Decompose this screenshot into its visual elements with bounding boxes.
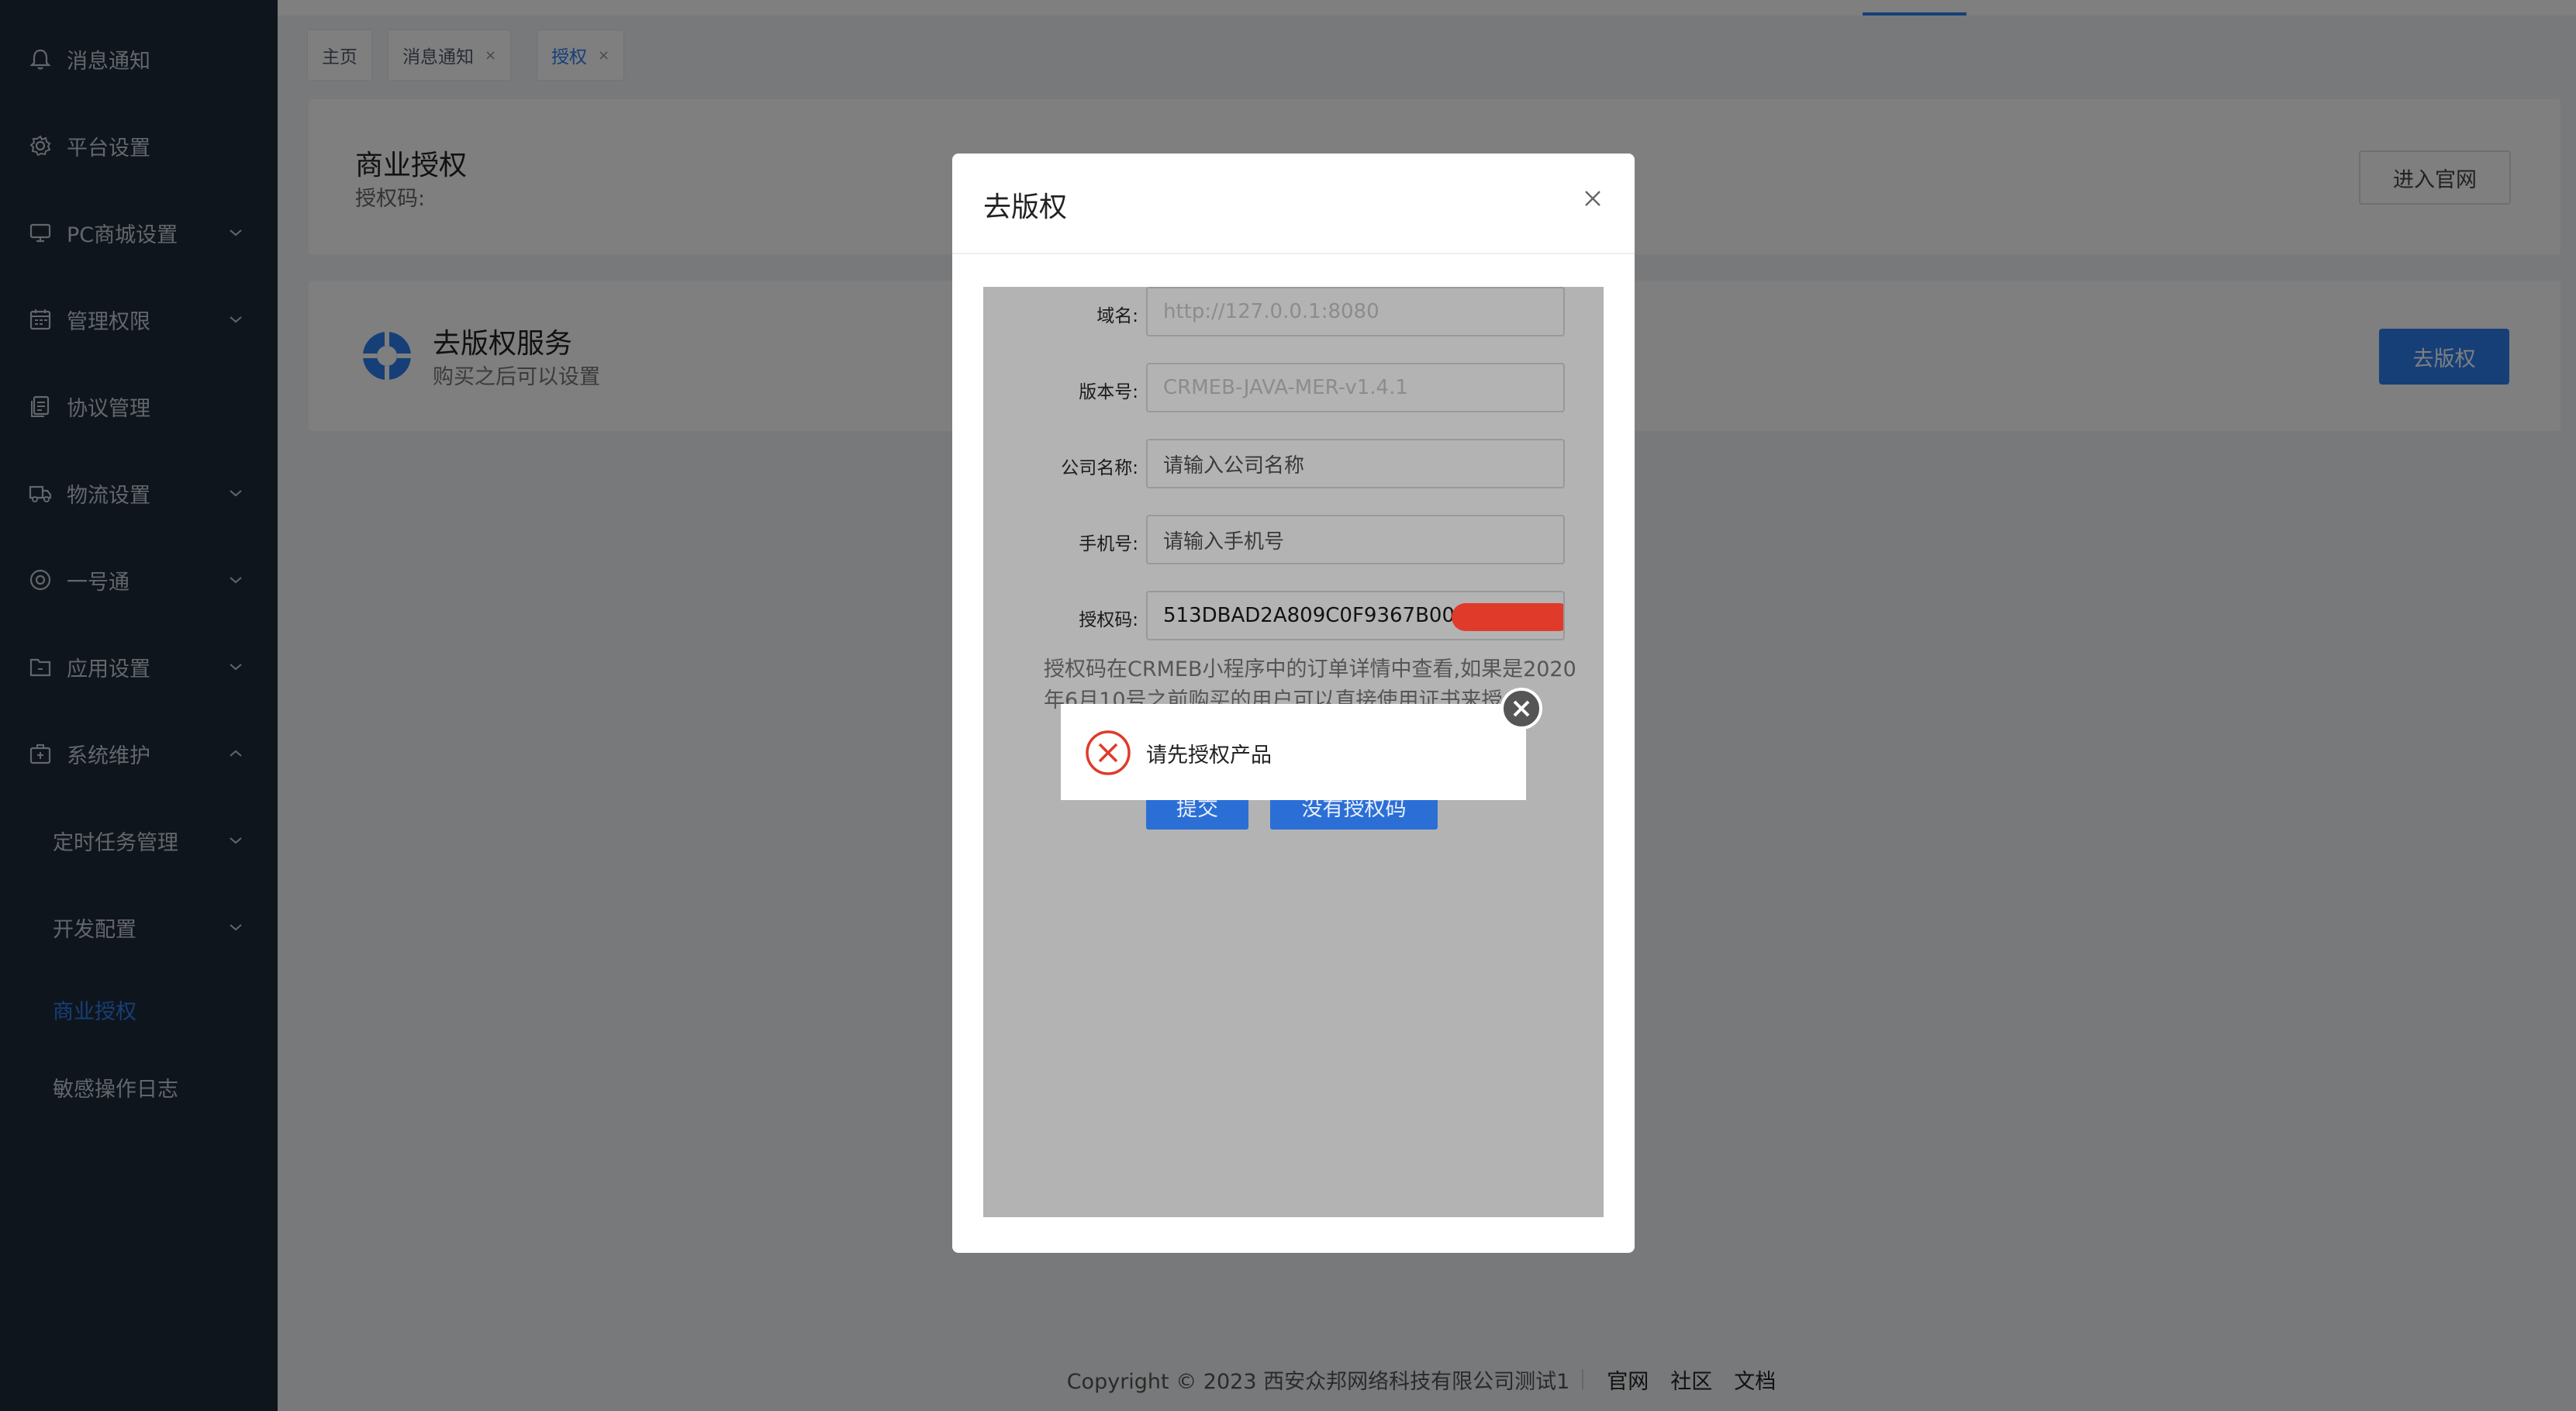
- company-name-label: 公司名称:: [1061, 458, 1138, 478]
- phone-input[interactable]: 请输入手机号: [1146, 515, 1565, 564]
- company-name-input[interactable]: 请输入公司名称: [1146, 439, 1565, 488]
- close-icon[interactable]: [1579, 185, 1607, 212]
- dialog-divider: [952, 253, 1635, 254]
- toast-message: 请先授权产品: [1146, 743, 1272, 768]
- error-toast: 请先授权产品: [1061, 688, 1542, 800]
- license-code-input[interactable]: 513DBAD2A809C0F9367B00: [1146, 591, 1565, 640]
- dialog-title: 去版权: [983, 191, 1068, 223]
- error-x-icon: [1086, 730, 1131, 775]
- close-circle-icon[interactable]: [1500, 687, 1543, 730]
- redaction-mark: [1452, 603, 1563, 631]
- version-label: 版本号:: [1079, 382, 1138, 402]
- license-code-value: 513DBAD2A809C0F9367B00: [1163, 604, 1455, 627]
- domain-label: 域名:: [1096, 306, 1138, 326]
- domain-field[interactable]: http://127.0.0.1:8080: [1146, 287, 1565, 336]
- version-field[interactable]: CRMEB-JAVA-MER-v1.4.1: [1146, 363, 1565, 412]
- license-code-label: 授权码:: [1079, 610, 1138, 630]
- phone-label: 手机号:: [1079, 534, 1138, 554]
